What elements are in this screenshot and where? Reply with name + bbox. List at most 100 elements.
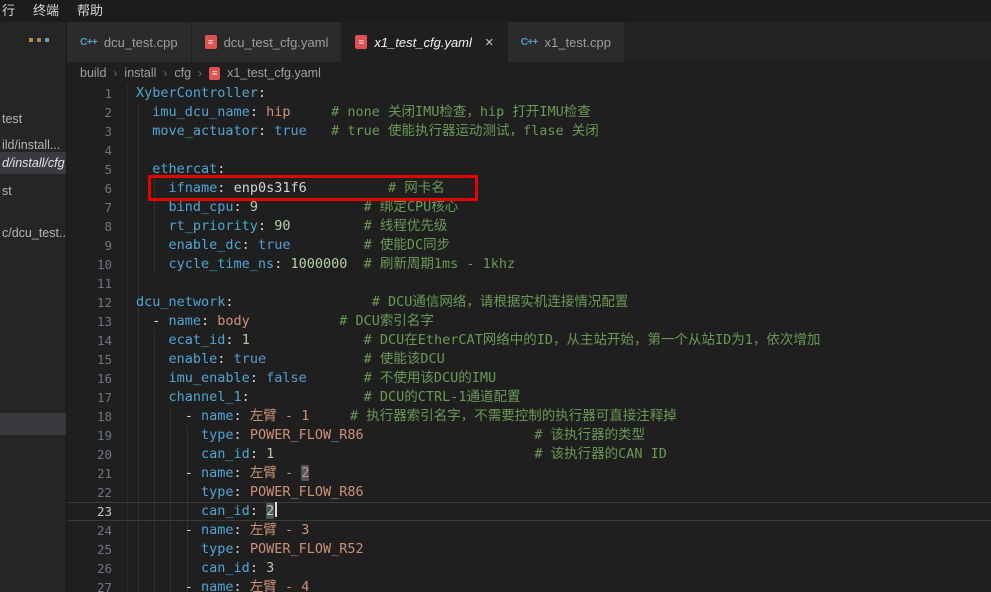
line-number[interactable]: 14 <box>67 331 112 350</box>
line-number[interactable]: 21 <box>67 464 112 483</box>
line-number[interactable]: 18 <box>67 407 112 426</box>
line-number[interactable]: 17 <box>67 388 112 407</box>
code-token <box>250 313 339 329</box>
line-number[interactable]: 27 <box>67 578 112 592</box>
menu-item[interactable]: 帮助 <box>68 0 112 22</box>
line-number[interactable]: 8 <box>67 217 112 236</box>
yaml-icon: ≡ <box>355 35 367 49</box>
code-token: 1 <box>242 332 250 348</box>
line-number[interactable]: 12 <box>67 293 112 312</box>
tab-dcu_test_cfg.yaml[interactable]: ≡dcu_test_cfg.yaml <box>192 22 343 62</box>
code-token: body <box>217 313 250 329</box>
code-line[interactable]: 2 imu_dcu_name: hip # none 关闭IMU检查，hip 打… <box>67 103 991 122</box>
tab-label: x1_test.cpp <box>545 35 612 50</box>
line-number[interactable]: 20 <box>67 445 112 464</box>
code-line[interactable]: 21 - name: 左臂 - 2 <box>67 464 991 483</box>
code-line[interactable]: 20 can_id: 1 # 该执行器的CAN ID <box>67 445 991 464</box>
code-line[interactable]: 15 enable: true # 使能该DCU <box>67 350 991 369</box>
sidebar-result-item[interactable]: d/install/cfg <box>0 152 66 174</box>
line-number[interactable]: 23 <box>67 502 112 521</box>
code-line[interactable]: 12dcu_network: # DCU通信网络，请根据实机连接情况配置 <box>67 293 991 312</box>
code-line-content: - name: 左臂 - 1 # 执行器索引名字，不需要控制的执行器可直接注释掉 <box>136 407 677 426</box>
code-token <box>136 218 169 234</box>
line-number[interactable]: 5 <box>67 160 112 179</box>
code-line[interactable]: 4 <box>67 141 991 160</box>
code-line[interactable]: 24 - name: 左臂 - 3 <box>67 521 991 540</box>
line-number[interactable]: 7 <box>67 198 112 217</box>
breadcrumb-item[interactable]: install <box>124 66 156 80</box>
code-line[interactable]: 1XyberController: <box>67 84 991 103</box>
line-number[interactable]: 15 <box>67 350 112 369</box>
code-token: cycle_time_ns <box>169 256 275 272</box>
code-token: POWER_FLOW_R86 <box>250 427 364 443</box>
breadcrumb-item[interactable]: build <box>80 66 106 80</box>
code-line[interactable]: 9 enable_dc: true # 使能DC同步 <box>67 236 991 255</box>
line-number[interactable]: 9 <box>67 236 112 255</box>
code-line[interactable]: 14 ecat_id: 1 # DCU在EtherCAT网络中的ID，从主站开始… <box>67 331 991 350</box>
code-line[interactable]: 3 move_actuator: true # true 使能执行器运动测试，f… <box>67 122 991 141</box>
overflow-dots-icon[interactable] <box>29 38 49 42</box>
code-line[interactable]: 27 - name: 左臂 - 4 <box>67 578 991 592</box>
code-line[interactable]: 18 - name: 左臂 - 1 # 执行器索引名字，不需要控制的执行器可直接… <box>67 407 991 426</box>
code-line[interactable]: 23 can_id: 2 <box>67 502 991 521</box>
code-line[interactable]: 5 ethercat: <box>67 160 991 179</box>
code-line[interactable]: 13 - name: body # DCU索引名字 <box>67 312 991 331</box>
menu-item[interactable]: 终端 <box>24 0 68 22</box>
code-token <box>136 484 201 500</box>
line-number[interactable]: 25 <box>67 540 112 559</box>
code-line[interactable]: 25 type: POWER_FLOW_R52 <box>67 540 991 559</box>
code-token: name <box>201 408 234 424</box>
code-line[interactable]: 8 rt_priority: 90 # 线程优先级 <box>67 217 991 236</box>
code-line-content: - name: body # DCU索引名字 <box>136 312 434 331</box>
line-number[interactable]: 2 <box>67 103 112 122</box>
code-line[interactable]: 17 channel_1: # DCU的CTRL-1通道配置 <box>67 388 991 407</box>
sidebar-result-item[interactable]: c/dcu_test... <box>0 222 66 244</box>
line-number[interactable]: 26 <box>67 559 112 578</box>
code-token <box>136 104 152 120</box>
code-token: # 该执行器的类型 <box>534 427 645 443</box>
code-token: # none 关闭IMU检查，hip 打开IMU检查 <box>331 104 591 120</box>
line-number[interactable]: 11 <box>67 274 112 293</box>
code-line[interactable]: 19 type: POWER_FLOW_R86 # 该执行器的类型 <box>67 426 991 445</box>
code-token: # 线程优先级 <box>364 218 448 234</box>
tab-dcu_test.cpp[interactable]: C++dcu_test.cpp <box>67 22 192 62</box>
line-number[interactable]: 4 <box>67 141 112 160</box>
close-icon[interactable]: × <box>485 35 494 50</box>
sidebar-result-item[interactable]: st <box>0 180 66 202</box>
code-token <box>136 237 169 253</box>
breadcrumb-file[interactable]: x1_test_cfg.yaml <box>227 66 321 80</box>
sidebar-result-item[interactable]: test <box>0 108 66 130</box>
code-token <box>290 237 363 253</box>
sidebar-selected-row[interactable] <box>0 413 66 435</box>
code-line[interactable]: 7 bind_cpu: 9 # 绑定CPU核心 <box>67 198 991 217</box>
code-line[interactable]: 10 cycle_time_ns: 1000000 # 刷新周期1ms - 1k… <box>67 255 991 274</box>
code-token: enp0s31f6 <box>234 180 307 196</box>
line-number[interactable]: 1 <box>67 84 112 103</box>
tab-x1_test_cfg.yaml[interactable]: ≡x1_test_cfg.yaml× <box>342 22 507 62</box>
code-token: : <box>234 541 250 557</box>
line-number[interactable]: 22 <box>67 483 112 502</box>
line-number[interactable]: 24 <box>67 521 112 540</box>
code-line[interactable]: 26 can_id: 3 <box>67 559 991 578</box>
line-number[interactable]: 19 <box>67 426 112 445</box>
overflow-dot <box>29 38 33 42</box>
line-number[interactable]: 13 <box>67 312 112 331</box>
code-line[interactable]: 22 type: POWER_FLOW_R86 <box>67 483 991 502</box>
code-token: can_id <box>201 446 250 462</box>
line-number[interactable]: 16 <box>67 369 112 388</box>
code-token: : <box>234 199 250 215</box>
code-line[interactable]: 6 ifname: enp0s31f6 # 网卡名 <box>67 179 991 198</box>
code-token: enable_dc <box>169 237 242 253</box>
line-number[interactable]: 6 <box>67 179 112 198</box>
breadcrumb-item[interactable]: cfg <box>174 66 191 80</box>
tab-x1_test.cpp[interactable]: C++x1_test.cpp <box>508 22 625 62</box>
code-token <box>136 256 169 272</box>
line-number[interactable]: 3 <box>67 122 112 141</box>
code-line[interactable]: 16 imu_enable: false # 不使用该DCU的IMU <box>67 369 991 388</box>
code-token: 3 <box>266 560 274 576</box>
code-token: : <box>225 332 241 348</box>
code-line-content: ifname: enp0s31f6 # 网卡名 <box>136 179 445 198</box>
menu-item[interactable]: 行 <box>0 0 24 22</box>
code-line[interactable]: 11 <box>67 274 991 293</box>
line-number[interactable]: 10 <box>67 255 112 274</box>
